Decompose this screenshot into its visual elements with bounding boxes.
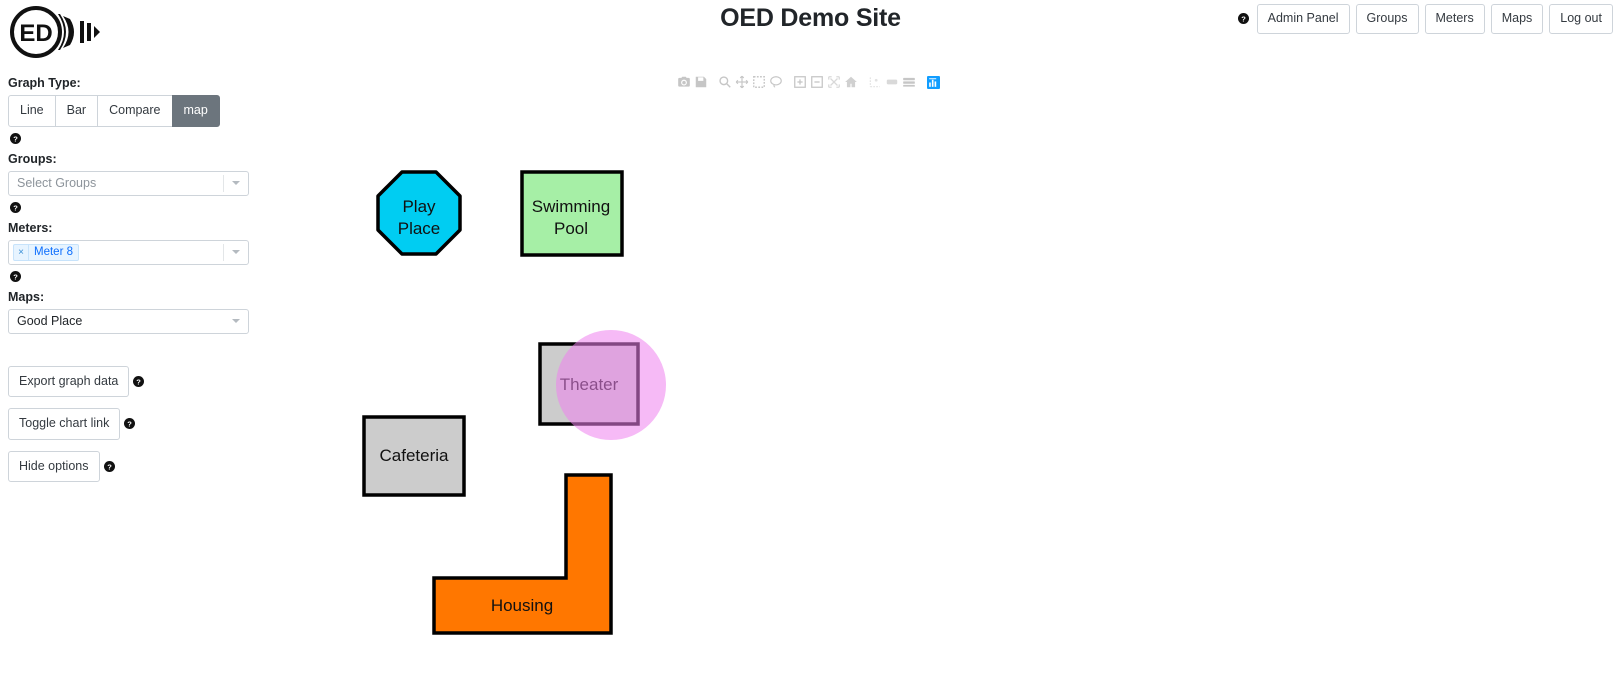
chevron-down-icon-groups[interactable] [224,172,248,195]
camera-icon[interactable] [676,74,692,90]
top-navigation: ? Admin Panel Groups Meters Maps Log out [1237,4,1613,34]
svg-text:?: ? [137,377,142,386]
maps-selected-value: Good Place [17,314,83,328]
disk-icon[interactable] [693,74,709,90]
help-circle-icon[interactable]: ? [1237,13,1249,25]
help-circle-icon-hide-options[interactable]: ? [103,460,115,472]
graph-type-bar[interactable]: Bar [54,95,99,127]
map-graphic[interactable]: Play Place Swimming Pool Theater Caf [270,110,1610,670]
home-icon[interactable] [843,74,859,90]
export-graph-data-row: Export graph data ? [8,365,258,397]
help-circle-icon-export[interactable]: ? [133,375,145,387]
hover-closest-icon[interactable] [884,74,900,90]
autoscale-icon[interactable] [826,74,842,90]
groups-placeholder: Select Groups [17,176,97,190]
map-shape-housing[interactable]: Housing [432,473,613,635]
map-shape-play-place[interactable]: Play Place [376,170,462,256]
graph-type-label: Graph Type: [8,76,81,90]
lasso-select-icon[interactable] [768,74,784,90]
help-circle-icon-toggle-chart-link[interactable]: ? [124,418,136,430]
svg-text:?: ? [13,134,18,143]
page-root: ED OED Demo Site ? Admin Panel Groups Me… [0,0,1621,674]
pan-icon[interactable] [734,74,750,90]
nav-maps[interactable]: Maps [1490,4,1544,34]
nav-log-out[interactable]: Log out [1549,4,1613,34]
svg-text:?: ? [1241,15,1246,24]
groups-select[interactable]: Select Groups [8,170,249,196]
options-panel: Graph Type: Line Bar Compare map ? Group… [8,76,258,482]
map-shape-circle[interactable] [556,330,666,440]
map-shape-swimming-pool[interactable]: Swimming Pool [520,170,624,257]
maps-label: Maps: [8,289,45,304]
zoom-icon[interactable] [717,74,733,90]
zoom-in-icon[interactable] [792,74,808,90]
graph-type-line[interactable]: Line [8,95,56,127]
spike-lines-icon[interactable] [867,74,883,90]
box-select-icon[interactable] [751,74,767,90]
meters-label: Meters: [8,220,53,235]
svg-text:?: ? [107,462,112,471]
graph-type-compare[interactable]: Compare [97,95,173,127]
svg-text:?: ? [128,420,133,429]
plotly-modebar [676,74,941,90]
export-graph-data-button[interactable]: Export graph data [8,365,130,397]
meters-select[interactable]: × Meter 8 [8,239,249,265]
help-circle-icon-groups[interactable]: ? [10,201,21,213]
help-circle-icon-meters[interactable]: ? [10,270,21,282]
groups-label: Groups: [8,151,57,166]
graph-type-button-group: Line Bar Compare map [8,95,258,127]
hover-compare-icon[interactable] [901,74,917,90]
nav-admin-panel[interactable]: Admin Panel [1256,4,1350,34]
plotly-logo-icon[interactable] [925,74,941,90]
nav-groups[interactable]: Groups [1355,4,1419,34]
chevron-down-icon-meters[interactable] [224,241,248,264]
hide-options-button[interactable]: Hide options [8,450,100,482]
maps-select[interactable]: Good Place [8,308,249,334]
map-shape-cafeteria[interactable]: Cafeteria [362,415,466,497]
svg-text:?: ? [13,272,18,281]
toggle-chart-link-button[interactable]: Toggle chart link [8,408,121,440]
hide-options-row: Hide options ? [8,450,258,482]
toggle-chart-link-row: Toggle chart link ? [8,408,258,440]
graph-type-map[interactable]: map [171,95,220,127]
zoom-out-icon[interactable] [809,74,825,90]
help-circle-icon-graph-type[interactable]: ? [10,132,21,144]
chevron-down-icon-maps[interactable] [224,310,248,333]
svg-text:?: ? [13,203,18,212]
nav-meters[interactable]: Meters [1424,4,1485,34]
meter-chip: × Meter 8 [13,243,79,261]
meter-chip-label: Meter 8 [34,246,73,258]
close-icon-meter-chip[interactable]: × [14,244,29,260]
